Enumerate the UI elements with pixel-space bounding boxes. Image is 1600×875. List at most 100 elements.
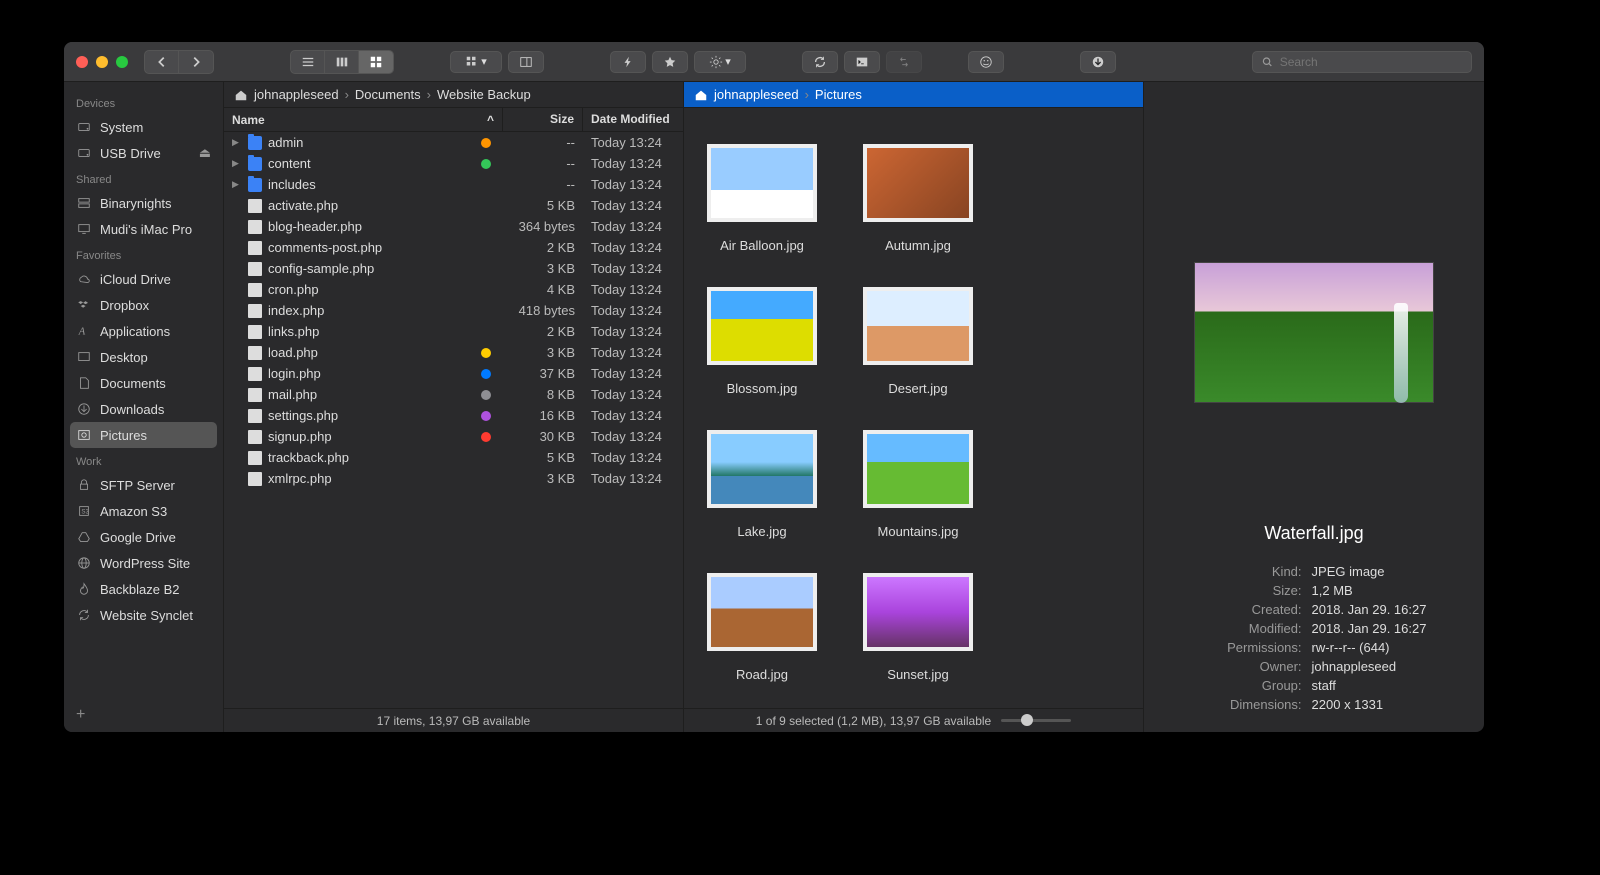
search-field[interactable]	[1252, 51, 1472, 73]
file-row[interactable]: ▶includes--Today 13:24	[224, 174, 683, 195]
preview-pane: Waterfall.jpg Kind:JPEG imageSize:1,2 MB…	[1144, 82, 1484, 732]
file-date: Today 13:24	[583, 282, 683, 297]
quicklook-button[interactable]	[610, 51, 646, 73]
sidebar-item[interactable]: Mudi's iMac Pro	[64, 216, 223, 242]
file-row[interactable]: comments-post.php2 KBToday 13:24	[224, 237, 683, 258]
back-button[interactable]	[145, 51, 179, 73]
add-location-button[interactable]: +	[76, 706, 85, 724]
search-input[interactable]	[1280, 55, 1463, 69]
file-row[interactable]: load.php3 KBToday 13:24	[224, 342, 683, 363]
file-row[interactable]: xmlrpc.php3 KBToday 13:24	[224, 468, 683, 489]
col-size-header[interactable]: Size	[503, 108, 583, 131]
file-name: activate.php	[268, 198, 338, 213]
thumbnail-label: Autumn.jpg	[877, 236, 959, 255]
sidebar-item[interactable]: SFTP Server	[64, 472, 223, 498]
preview-image	[1194, 262, 1434, 403]
sidebar-item[interactable]: Desktop	[64, 344, 223, 370]
disclosure-triangle[interactable]: ▶	[232, 137, 242, 148]
file-row[interactable]: trackback.php5 KBToday 13:24	[224, 447, 683, 468]
download-button[interactable]	[1080, 51, 1116, 73]
sidebar-section-header: Favorites	[64, 242, 223, 266]
thumbnail-image	[707, 430, 817, 508]
file-row[interactable]: config-sample.php3 KBToday 13:24	[224, 258, 683, 279]
thumbnail-item[interactable]: Sunset.jpg	[850, 567, 986, 690]
sidebar-section-header: Shared	[64, 166, 223, 190]
view-mode-switcher	[290, 50, 394, 74]
sidebar-item[interactable]: iCloud Drive	[64, 266, 223, 292]
action-menu-button[interactable]: ▾	[694, 51, 746, 73]
thumbnail-item[interactable]: Autumn.jpg	[850, 138, 986, 261]
disk-icon	[76, 119, 92, 135]
forward-button[interactable]	[179, 51, 213, 73]
breadcrumb-item[interactable]: Pictures	[815, 87, 862, 102]
terminal-button[interactable]	[844, 51, 880, 73]
file-date: Today 13:24	[583, 429, 683, 444]
disclosure-triangle[interactable]: ▶	[232, 179, 242, 190]
file-name: admin	[268, 135, 303, 150]
thumbnail-size-slider[interactable]	[1001, 719, 1071, 722]
meta-key: Permissions:	[1202, 640, 1302, 655]
file-row[interactable]: ▶admin--Today 13:24	[224, 132, 683, 153]
file-row[interactable]: blog-header.php364 bytesToday 13:24	[224, 216, 683, 237]
column-view-button[interactable]	[325, 51, 359, 73]
col-date-header[interactable]: Date Modified	[583, 108, 683, 131]
sidebar-item[interactable]: Downloads	[64, 396, 223, 422]
file-icon	[248, 199, 262, 213]
file-row[interactable]: settings.php16 KBToday 13:24	[224, 405, 683, 426]
file-row[interactable]: ▶content--Today 13:24	[224, 153, 683, 174]
sidebar-item[interactable]: WordPress Site	[64, 550, 223, 576]
folder-icon	[248, 178, 262, 192]
sidebar-item[interactable]: USB Drive⏏	[64, 140, 223, 166]
sidebar-item[interactable]: Website Synclet	[64, 602, 223, 628]
sidebar-item[interactable]: Documents	[64, 370, 223, 396]
minimize-button[interactable]	[96, 56, 108, 68]
sidebar-item[interactable]: Pictures	[70, 422, 217, 448]
icon-view-button[interactable]	[359, 51, 393, 73]
gear-icon	[709, 55, 723, 69]
file-date: Today 13:24	[583, 450, 683, 465]
compare-button[interactable]	[886, 51, 922, 73]
breadcrumb-item[interactable]: Documents	[355, 87, 421, 102]
eject-icon[interactable]: ⏏	[199, 145, 211, 161]
thumbnail-item[interactable]: Desert.jpg	[850, 281, 986, 404]
file-row[interactable]: index.php418 bytesToday 13:24	[224, 300, 683, 321]
file-size: 5 KB	[503, 198, 583, 213]
sidebar-item[interactable]: Google Drive	[64, 524, 223, 550]
svg-text:A: A	[78, 327, 86, 338]
sidebar-item[interactable]: System	[64, 114, 223, 140]
emoji-button[interactable]	[968, 51, 1004, 73]
list-view-button[interactable]	[291, 51, 325, 73]
thumbnail-item[interactable]: Lake.jpg	[694, 424, 830, 547]
favorite-button[interactable]	[652, 51, 688, 73]
file-row[interactable]: signup.php30 KBToday 13:24	[224, 426, 683, 447]
thumbnail-item[interactable]: Air Balloon.jpg	[694, 138, 830, 261]
thumbnail-label: Mountains.jpg	[870, 522, 967, 541]
sidebar-item[interactable]: AApplications	[64, 318, 223, 344]
file-row[interactable]: links.php2 KBToday 13:24	[224, 321, 683, 342]
file-row[interactable]: activate.php5 KBToday 13:24	[224, 195, 683, 216]
arrange-button[interactable]: ▾	[450, 51, 502, 73]
thumbnail-image	[863, 430, 973, 508]
col-name-header[interactable]: Name^	[224, 108, 503, 131]
disclosure-triangle[interactable]: ▶	[232, 158, 242, 169]
maximize-button[interactable]	[116, 56, 128, 68]
sidebar-item[interactable]: Backblaze B2	[64, 576, 223, 602]
thumbnail-item[interactable]: Blossom.jpg	[694, 281, 830, 404]
sync-button[interactable]	[802, 51, 838, 73]
breadcrumb-item[interactable]: Website Backup	[437, 87, 531, 102]
breadcrumb-item[interactable]: johnappleseed	[254, 87, 339, 102]
sidebar-item[interactable]: Binarynights	[64, 190, 223, 216]
sidebar-item[interactable]: S3Amazon S3	[64, 498, 223, 524]
file-row[interactable]: mail.php8 KBToday 13:24	[224, 384, 683, 405]
sidebar-item-label: Documents	[100, 376, 166, 391]
close-button[interactable]	[76, 56, 88, 68]
file-size: 3 KB	[503, 261, 583, 276]
thumbnail-item[interactable]: Mountains.jpg	[850, 424, 986, 547]
breadcrumb-item[interactable]: johnappleseed	[714, 87, 799, 102]
preview-toggle-button[interactable]	[508, 51, 544, 73]
sidebar-item[interactable]: Dropbox	[64, 292, 223, 318]
file-date: Today 13:24	[583, 219, 683, 234]
file-row[interactable]: cron.php4 KBToday 13:24	[224, 279, 683, 300]
thumbnail-item[interactable]: Road.jpg	[694, 567, 830, 690]
file-row[interactable]: login.php37 KBToday 13:24	[224, 363, 683, 384]
